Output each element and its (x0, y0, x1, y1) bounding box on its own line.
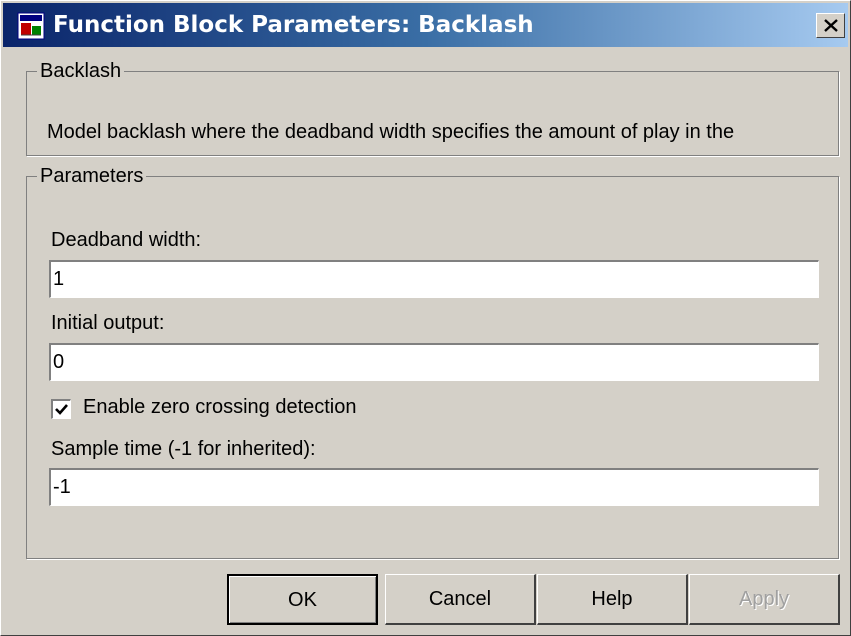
ok-button[interactable]: OK (227, 574, 378, 625)
title-bar[interactable]: Function Block Parameters: Backlash (3, 3, 848, 47)
sample-time-label: Sample time (-1 for inherited): (51, 438, 316, 460)
sample-time-input[interactable]: -1 (49, 468, 819, 506)
close-button[interactable] (816, 13, 845, 38)
initial-output-input[interactable]: 0 (49, 343, 819, 381)
zero-crossing-label[interactable]: Enable zero crossing detection (83, 396, 357, 419)
initial-output-label: Initial output: (51, 312, 165, 334)
window-title: Function Block Parameters: Backlash (53, 12, 534, 38)
description-group: Backlash Model backlash where the deadba… (26, 61, 839, 156)
description-text: Model backlash where the deadband width … (47, 121, 735, 143)
help-button[interactable]: Help (537, 574, 688, 625)
zero-crossing-checkbox[interactable] (51, 399, 71, 419)
parameters-legend: Parameters (40, 165, 144, 187)
cancel-button[interactable]: Cancel (385, 574, 536, 625)
apply-button[interactable]: Apply (689, 574, 840, 625)
deadband-width-input[interactable]: 1 (49, 260, 819, 298)
dialog-window: Function Block Parameters: Backlash Back… (0, 0, 851, 636)
simulink-block-icon (17, 12, 45, 40)
checkmark-icon (55, 404, 68, 415)
close-icon (824, 19, 838, 32)
description-legend: Backlash (40, 60, 122, 82)
deadband-width-label: Deadband width: (51, 229, 202, 251)
parameters-group: Parameters Deadband width: 1 Initial out… (26, 166, 839, 559)
